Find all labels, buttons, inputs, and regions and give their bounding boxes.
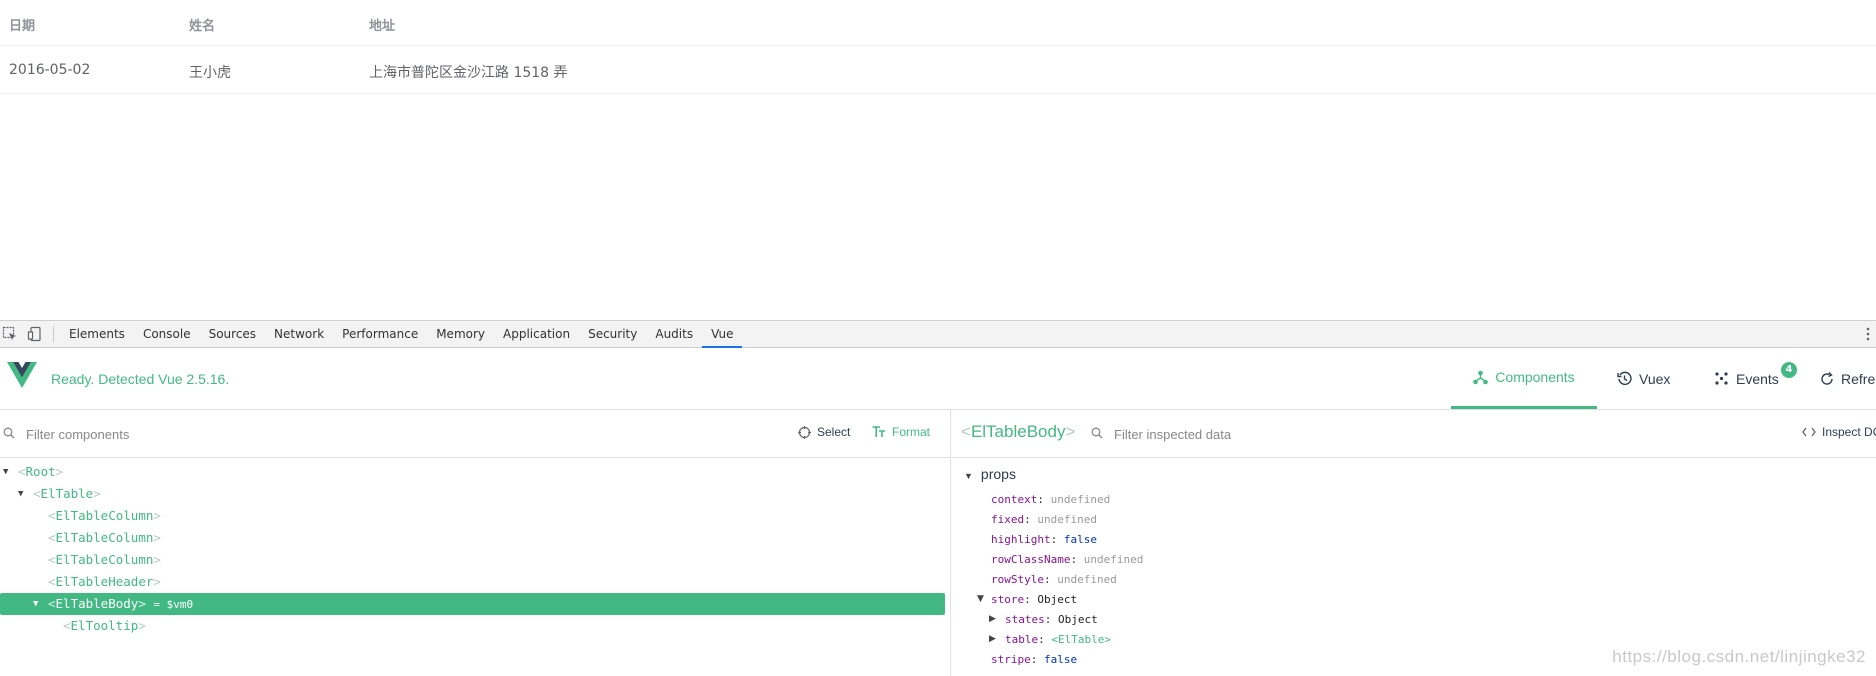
refresh-label: Refre bbox=[1841, 370, 1876, 387]
tree-node-eltablebody-selected[interactable]: ▼ <ElTableBody> = $vm0 bbox=[0, 593, 945, 615]
vue-logo-icon bbox=[7, 362, 37, 388]
tree-node-root[interactable]: ▼ <Root> bbox=[0, 461, 940, 483]
tab-memory[interactable]: Memory bbox=[427, 321, 494, 348]
tab-vuex[interactable]: Vuex bbox=[1617, 348, 1670, 409]
expand-arrow-icon[interactable]: ▼ bbox=[18, 483, 23, 505]
watermark: https://blog.csdn.net/linjingke32 bbox=[1612, 647, 1866, 666]
tree-node-eltablecolumn[interactable]: <ElTableColumn> bbox=[0, 527, 940, 549]
collapsed-arrow-icon[interactable]: ▶ bbox=[989, 634, 996, 644]
format-button[interactable]: Format bbox=[872, 425, 930, 439]
expand-arrow-icon[interactable]: ▼ bbox=[964, 471, 973, 481]
prop-rowstyle[interactable]: rowStyle: undefined bbox=[991, 572, 1117, 588]
expand-arrow-icon[interactable]: ▼ bbox=[977, 594, 984, 604]
refresh-icon bbox=[1821, 371, 1833, 385]
collapsed-arrow-icon[interactable]: ▶ bbox=[989, 614, 996, 624]
tab-performance[interactable]: Performance bbox=[333, 321, 427, 348]
prop-states[interactable]: states: Object bbox=[1005, 612, 1098, 628]
inspect-element-icon[interactable] bbox=[2, 326, 18, 342]
search-icon bbox=[3, 427, 15, 439]
tab-security[interactable]: Security bbox=[579, 321, 646, 348]
vm-reference: = $vm0 bbox=[153, 598, 194, 611]
tree-node-eltableheader[interactable]: <ElTableHeader> bbox=[0, 571, 940, 593]
table-header-row: 日期 姓名 地址 bbox=[0, 0, 1876, 46]
tab-elements[interactable]: Elements bbox=[60, 321, 134, 348]
table-row[interactable]: 2016-05-02 王小虎 上海市普陀区金沙江路 1518 弄 bbox=[0, 46, 1876, 94]
events-icon bbox=[1715, 372, 1728, 385]
code-icon bbox=[1802, 427, 1816, 437]
tree-node-eltablecolumn[interactable]: <ElTableColumn> bbox=[0, 549, 940, 571]
tab-application[interactable]: Application bbox=[494, 321, 579, 348]
vue-header: Ready. Detected Vue 2.5.16. Components V… bbox=[0, 348, 1876, 410]
component-filter-bar: Select Format bbox=[0, 410, 950, 458]
tab-network[interactable]: Network bbox=[265, 321, 333, 348]
prop-table[interactable]: table: <ElTable> bbox=[1005, 632, 1111, 648]
tree-node-eltooltip[interactable]: <ElTooltip> bbox=[0, 615, 940, 637]
tab-components-label: Components bbox=[1495, 369, 1575, 385]
inspector-pane: <ElTableBody> Inspect DO ▼props context:… bbox=[952, 410, 1876, 676]
prop-fixed[interactable]: fixed: undefined bbox=[991, 512, 1097, 528]
device-toggle-icon[interactable] bbox=[27, 326, 43, 342]
expand-arrow-icon[interactable]: ▼ bbox=[3, 461, 8, 483]
inspect-dom-label: Inspect DO bbox=[1822, 425, 1876, 439]
tab-events-label: Events bbox=[1736, 370, 1779, 387]
devtools-tabs: Elements Console Sources Network Perform… bbox=[60, 321, 743, 348]
events-count-badge: 4 bbox=[1781, 362, 1797, 378]
tab-console[interactable]: Console bbox=[134, 321, 200, 348]
format-text-icon bbox=[872, 426, 885, 437]
header-date: 日期 bbox=[9, 19, 36, 34]
cell-address: 上海市普陀区金沙江路 1518 弄 bbox=[369, 65, 568, 81]
prop-store[interactable]: store: Object bbox=[991, 592, 1077, 608]
prop-stripe[interactable]: stripe: false bbox=[991, 652, 1077, 668]
refresh-button[interactable]: Refre bbox=[1820, 348, 1875, 409]
header-name: 姓名 bbox=[189, 19, 216, 34]
history-icon bbox=[1617, 371, 1632, 385]
filter-components-input[interactable] bbox=[26, 424, 586, 444]
selected-component-name: <ElTableBody> bbox=[961, 422, 1076, 441]
components-icon bbox=[1473, 370, 1489, 384]
component-tree-pane: Select Format ▼ <Root> ▼ <ElTable> <ElTa… bbox=[0, 410, 951, 676]
format-label: Format bbox=[892, 425, 931, 439]
select-button[interactable]: Select bbox=[798, 425, 850, 439]
tab-events[interactable]: Events bbox=[1714, 348, 1779, 409]
inspector-filter-bar: <ElTableBody> Inspect DO bbox=[952, 410, 1876, 458]
tab-components[interactable]: Components bbox=[1451, 348, 1597, 409]
toolbar-divider bbox=[53, 326, 54, 342]
expand-arrow-icon[interactable]: ▼ bbox=[33, 593, 38, 615]
cell-date: 2016-05-02 bbox=[9, 62, 91, 78]
filter-inspected-data-input[interactable] bbox=[1114, 424, 1614, 444]
prop-context[interactable]: context: undefined bbox=[991, 492, 1110, 508]
header-address: 地址 bbox=[369, 19, 396, 34]
tab-vue[interactable]: Vue bbox=[702, 321, 743, 348]
prop-rowclassname[interactable]: rowClassName: undefined bbox=[991, 552, 1143, 568]
more-options-icon[interactable] bbox=[1866, 326, 1870, 342]
tab-vuex-label: Vuex bbox=[1639, 370, 1671, 387]
vue-status-text: Ready. Detected Vue 2.5.16. bbox=[51, 371, 230, 387]
tab-audits[interactable]: Audits bbox=[646, 321, 702, 348]
select-label: Select bbox=[817, 425, 851, 439]
cell-name: 王小虎 bbox=[189, 65, 231, 81]
devtools-tabbar: Elements Console Sources Network Perform… bbox=[0, 321, 1876, 348]
prop-highlight[interactable]: highlight: false bbox=[991, 532, 1097, 548]
tab-sources[interactable]: Sources bbox=[200, 321, 265, 348]
inspect-dom-button[interactable]: Inspect DO bbox=[1802, 425, 1876, 439]
tree-node-eltable[interactable]: ▼ <ElTable> bbox=[0, 483, 940, 505]
target-icon bbox=[798, 425, 811, 439]
page-content: 日期 姓名 地址 2016-05-02 王小虎 上海市普陀区金沙江路 1518 … bbox=[0, 0, 1876, 320]
tree-node-eltablecolumn[interactable]: <ElTableColumn> bbox=[0, 505, 940, 527]
search-icon bbox=[1091, 427, 1103, 439]
props-section-header[interactable]: ▼ props bbox=[964, 466, 1016, 482]
devtools-panel: Elements Console Sources Network Perform… bbox=[0, 320, 1876, 676]
